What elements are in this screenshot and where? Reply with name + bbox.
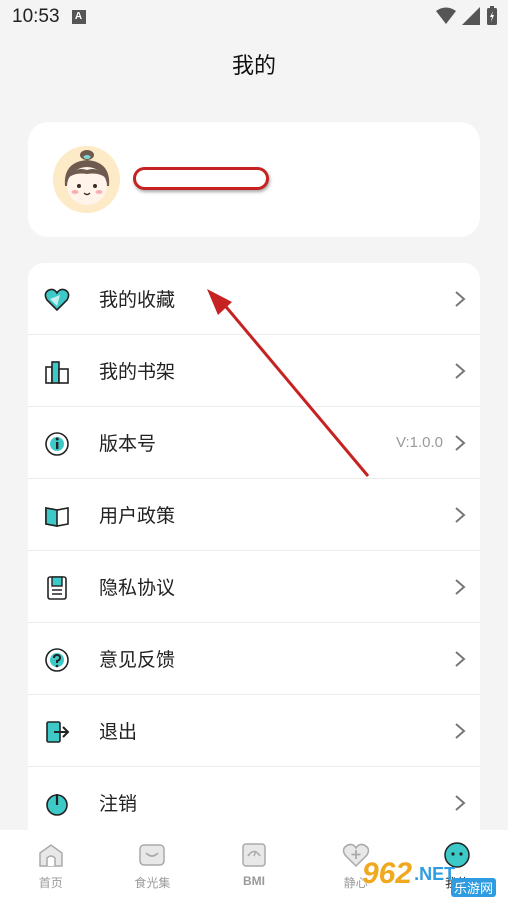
tab-recipes[interactable]: 食光集 — [102, 830, 204, 904]
avatar-girl-icon — [53, 146, 120, 213]
chevron-right-icon — [455, 507, 466, 523]
battery-icon — [487, 6, 497, 25]
chevron-right-icon — [455, 579, 466, 595]
book-icon — [45, 507, 69, 527]
status-time: 10:53 — [12, 6, 60, 27]
menu-item-version[interactable]: 版本号 V:1.0.0 — [28, 407, 480, 479]
wifi-icon — [436, 7, 456, 24]
chevron-right-icon — [455, 795, 466, 811]
scale-icon — [242, 843, 266, 867]
settings-menu: 我的收藏 我的书架 版本号 V:1.0.0 用户政策 隐私协议 意见反馈 退出 … — [28, 263, 480, 843]
bookshelf-icon — [45, 361, 69, 384]
question-icon — [45, 648, 69, 672]
menu-item-deactivate[interactable]: 注销 — [28, 767, 480, 839]
menu-label: 退出 — [99, 721, 138, 743]
username-redacted-highlight — [133, 167, 269, 190]
chevron-right-icon — [455, 651, 466, 667]
signal-icon — [462, 7, 480, 25]
tab-label: 首页 — [38, 876, 63, 890]
menu-label: 我的收藏 — [99, 289, 176, 311]
tab-label: BMI — [242, 874, 265, 888]
avatar[interactable] — [53, 146, 120, 213]
heart-icon — [44, 288, 70, 312]
home-icon — [39, 844, 63, 867]
status-icons — [436, 6, 498, 26]
menu-item-feedback[interactable]: 意见反馈 — [28, 623, 480, 695]
page-title: 我的 — [231, 54, 276, 79]
menu-label: 版本号 — [99, 433, 157, 455]
version-value: V:1.0.0 — [396, 434, 443, 451]
status-bar: 10:53 A — [0, 0, 508, 34]
menu-item-bookshelf[interactable]: 我的书架 — [28, 335, 480, 407]
bowl-icon — [139, 844, 166, 866]
exit-icon — [46, 721, 70, 743]
tab-home[interactable]: 首页 — [0, 830, 102, 904]
watermark-logo: 962 .NET 乐游网 — [362, 848, 502, 900]
menu-label: 我的书架 — [99, 361, 176, 383]
menu-label: 用户政策 — [99, 505, 176, 527]
tab-bmi[interactable]: BMI — [203, 830, 305, 904]
watermark-suffix: .NET — [414, 863, 456, 884]
watermark-brand: 962 — [362, 857, 413, 890]
tab-label: 食光集 — [134, 876, 171, 890]
menu-item-user-policy[interactable]: 用户政策 — [28, 479, 480, 551]
profile-card[interactable] — [28, 122, 480, 237]
document-icon — [47, 576, 67, 600]
menu-item-logout[interactable]: 退出 — [28, 695, 480, 767]
chevron-right-icon — [455, 363, 466, 379]
menu-label: 注销 — [99, 793, 138, 815]
watermark-sub: 乐游网 — [450, 878, 496, 897]
notification-a-icon: A — [71, 10, 86, 24]
chevron-right-icon — [455, 723, 466, 739]
power-icon — [46, 794, 68, 816]
menu-label: 隐私协议 — [99, 577, 176, 599]
chevron-right-icon — [455, 291, 466, 307]
info-icon — [45, 432, 69, 456]
menu-label: 意见反馈 — [99, 649, 176, 671]
menu-item-favorites[interactable]: 我的收藏 — [28, 263, 480, 335]
menu-item-privacy[interactable]: 隐私协议 — [28, 551, 480, 623]
chevron-right-icon — [455, 435, 466, 451]
